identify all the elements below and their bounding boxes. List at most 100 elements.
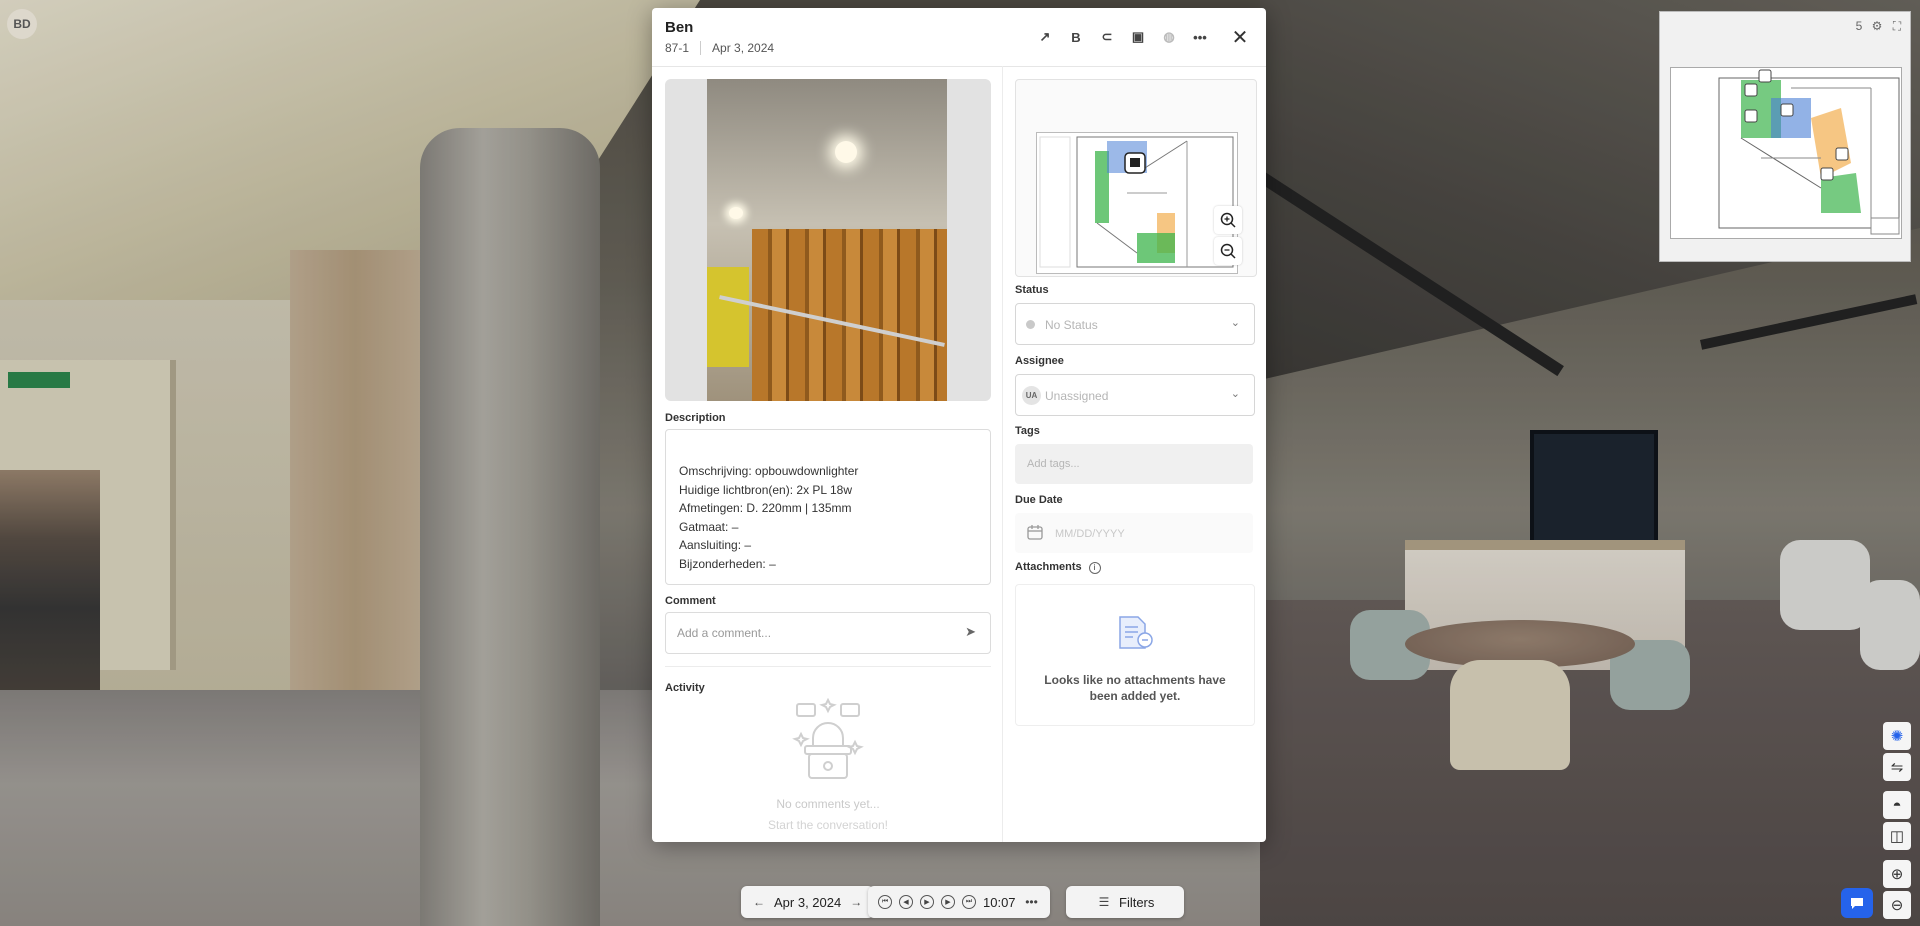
description-line: Gatmaat: – xyxy=(679,519,739,534)
chevron-down-icon: ⌄ xyxy=(1230,317,1240,329)
floorplan[interactable] xyxy=(1670,67,1902,239)
stop-square-icon[interactable]: ▣ xyxy=(1128,28,1148,46)
tags-placeholder: Add tags... xyxy=(1027,458,1080,470)
capture-date[interactable]: Apr 3, 2024 xyxy=(774,895,841,910)
brightness-icon[interactable]: ✺ xyxy=(1883,722,1911,750)
activity-empty-state: No comments yet... Start the conversatio… xyxy=(665,697,991,832)
downlight xyxy=(729,207,743,219)
due-date-label: Due Date xyxy=(1015,494,1063,506)
step-back-icon[interactable]: ◀ xyxy=(899,895,913,909)
assignee-label: Assignee xyxy=(1015,355,1064,367)
playback-controls: ⏮ ◀ ▶ ▶ ⏭ 10:07 ••• xyxy=(868,886,1050,918)
bold-b-icon[interactable]: B xyxy=(1066,28,1086,46)
column-divider xyxy=(1002,66,1003,842)
sheet-label: 5 xyxy=(1855,19,1863,33)
tags-input[interactable]: Add tags... xyxy=(1015,444,1253,484)
downlight xyxy=(835,141,857,163)
attachments-empty-message: Looks like no attachments have been adde… xyxy=(1044,673,1226,703)
zoom-in-icon[interactable]: ⊕ xyxy=(1883,860,1911,888)
floorplan-drawing xyxy=(1718,69,1900,235)
empty-activity-subtitle: Start the conversation! xyxy=(767,818,889,832)
calendar-icon xyxy=(1027,525,1043,540)
comment-placeholder: Add a comment... xyxy=(677,626,772,640)
issue-detail-modal: Ben 87-1 Apr 3, 2024 ↗ B ⊂ ▣ ◍ ••• ✕ Des… xyxy=(652,8,1266,842)
robot-icon[interactable]: ◓ xyxy=(1883,791,1911,819)
globe-icon[interactable]: ◍ xyxy=(1159,28,1179,46)
attachments-label: Attachments i xyxy=(1015,561,1101,574)
issue-date: Apr 3, 2024 xyxy=(712,41,775,55)
more-icon[interactable]: ••• xyxy=(1024,894,1040,910)
activity-label: Activity xyxy=(665,682,705,694)
description-line: Omschrijving: opbouwdownlighter xyxy=(679,464,859,478)
send-icon[interactable]: ➤ xyxy=(965,624,976,640)
avatar: UA xyxy=(1022,386,1041,405)
chat-button[interactable] xyxy=(1841,888,1873,918)
zoom-out-icon[interactable]: ⊖ xyxy=(1883,891,1911,919)
playback-pill: ⏮ ◀ ▶ ▶ ⏭ 10:07 ••• xyxy=(868,886,1050,918)
status-label: Status xyxy=(1015,284,1049,296)
fullscreen-icon[interactable]: ⛶ xyxy=(1888,17,1906,35)
zoom-out-icon[interactable] xyxy=(1214,237,1242,265)
info-icon[interactable]: i xyxy=(1088,562,1101,574)
skip-forward-icon[interactable]: ⏭ xyxy=(962,895,976,909)
divider xyxy=(700,41,702,55)
date-navigator: ← Apr 3, 2024 → xyxy=(741,886,875,918)
status-dot-icon xyxy=(1026,320,1035,329)
photo-image xyxy=(707,79,947,401)
description-text: Omschrijving: opbouwdownlighter Huidige … xyxy=(679,462,858,573)
empty-activity-title: No comments yet... xyxy=(776,797,880,811)
issue-meta: 87-1 Apr 3, 2024 xyxy=(665,41,774,55)
description-line: Afmetingen: D. 220mm | 135mm xyxy=(679,501,852,515)
sheet-indicator: 5 xyxy=(1850,17,1868,35)
play-icon[interactable]: ▶ xyxy=(920,895,934,909)
comment-input[interactable]: Add a comment... ➤ xyxy=(665,612,991,654)
wood-slats xyxy=(752,229,947,401)
yellow-wall xyxy=(707,267,749,367)
capture-time[interactable]: 10:07 xyxy=(983,895,1016,910)
empty-comments-illustration xyxy=(792,697,864,779)
floorplan-minimap[interactable]: 5 ⚙ ⛶ xyxy=(1659,11,1911,262)
magnifier-plus xyxy=(1220,212,1236,228)
issue-title[interactable]: Ben xyxy=(665,19,693,36)
attachment-file-icon xyxy=(1119,616,1153,649)
attachments-dropzone[interactable]: Looks like no attachments have been adde… xyxy=(1015,584,1255,726)
assignee-select[interactable]: UA Unassigned ⌄ xyxy=(1015,374,1255,416)
description-line: Aansluiting: – xyxy=(679,538,752,552)
link-icon[interactable]: ⊂ xyxy=(1097,28,1117,46)
issue-location-map[interactable] xyxy=(1015,79,1257,277)
issue-pin-icon[interactable] xyxy=(1124,152,1146,174)
status-select[interactable]: No Status ⌄ xyxy=(1015,303,1255,345)
zoom-in-icon[interactable] xyxy=(1214,206,1242,234)
magnifier-minus xyxy=(1220,243,1236,259)
divider xyxy=(665,666,991,667)
description-field[interactable]: Omschrijving: opbouwdownlighter Huidige … xyxy=(665,429,991,585)
settings-icon[interactable]: ⚙ xyxy=(1868,17,1886,35)
due-date-placeholder: MM/DD/YYYY xyxy=(1055,528,1125,540)
more-icon[interactable]: ••• xyxy=(1190,28,1210,46)
viewer-toolbar: ✺ ⇋ ◓ ◫ ⊕ ⊖ xyxy=(1883,722,1913,922)
floorplan-drawing xyxy=(1039,136,1234,268)
filters-area: ☰ Filters xyxy=(1066,886,1185,918)
assignee-value: Unassigned xyxy=(1045,389,1109,403)
split-view-icon[interactable]: ◫ xyxy=(1883,822,1911,850)
filters-button[interactable]: ☰ Filters xyxy=(1066,886,1185,918)
step-forward-icon[interactable]: ▶ xyxy=(941,895,955,909)
avatar[interactable]: BD xyxy=(7,9,37,39)
tags-label: Tags xyxy=(1015,425,1040,437)
arrow-right-icon[interactable]: → xyxy=(848,894,864,910)
skip-back-icon[interactable]: ⏮ xyxy=(878,895,892,909)
share-icon[interactable]: ↗ xyxy=(1035,28,1055,46)
description-line: Bijzonderheden: – xyxy=(679,556,776,571)
status-value: No Status xyxy=(1045,318,1098,332)
filters-label: Filters xyxy=(1119,894,1155,910)
close-icon[interactable]: ✕ xyxy=(1230,27,1250,49)
floorplan[interactable] xyxy=(1036,132,1238,274)
description-line: Huidige lichtbron(en): 2x PL 18w xyxy=(679,482,852,497)
arrow-left-icon[interactable]: ← xyxy=(751,894,767,910)
due-date-input[interactable]: MM/DD/YYYY xyxy=(1015,513,1253,553)
header-actions: ↗ B ⊂ ▣ ◍ ••• ✕ xyxy=(1024,27,1250,49)
modal-header: Ben 87-1 Apr 3, 2024 ↗ B ⊂ ▣ ◍ ••• ✕ xyxy=(652,8,1266,67)
compare-icon[interactable]: ⇋ xyxy=(1883,753,1911,781)
issue-photo[interactable] xyxy=(665,79,991,401)
comment-label: Comment xyxy=(665,595,716,607)
